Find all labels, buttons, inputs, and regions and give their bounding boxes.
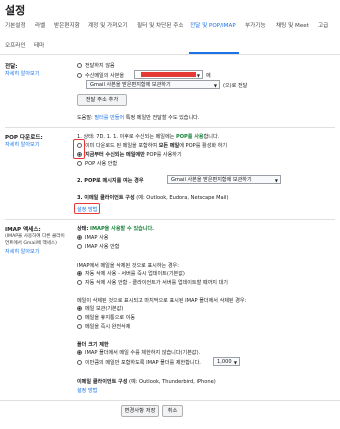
highlight-box bbox=[73, 139, 85, 159]
tab-addons[interactable]: 부가기능 bbox=[245, 21, 266, 29]
tab-advanced[interactable]: 고급 bbox=[318, 21, 328, 29]
chevron-down-icon: ▼ bbox=[233, 360, 237, 365]
auto-expunge-off-label: 자동 삭제 사용 안함 - 클라이언트가 서버를 업데이트할 때까지 대기 bbox=[85, 280, 228, 286]
footer-divider bbox=[0, 400, 340, 401]
active-tab-indicator bbox=[189, 52, 239, 54]
tab-chat-meet[interactable]: 채팅 및 Meet bbox=[276, 21, 309, 29]
folder-limit-label: 이만큼의 메일만 포함하도록 IMAP 폴더를 제한합니다. bbox=[85, 360, 201, 366]
tab-inbox[interactable]: 받은편지함 bbox=[54, 21, 80, 29]
imap-disable-label: IMAP 사용 안함 bbox=[85, 244, 120, 250]
expunge-trash-label: 메일을 휴지통으로 이동 bbox=[85, 315, 136, 321]
imap-sub2: 언트에서 Gmail에 액세스) bbox=[5, 241, 57, 246]
chevron-down-icon: ▼ bbox=[196, 73, 200, 78]
imap-status: 상태: IMAP을 사용할 수 있습니다. bbox=[77, 226, 155, 232]
auto-expunge-on-label: 자동 삭제 사용 - 서버를 즉시 업데이트(기본값) bbox=[85, 271, 185, 277]
forwarding-on-prefix: 수신메일의 사본을 bbox=[85, 73, 125, 79]
forwarding-learn-more-link[interactable]: 자세히 알아보기 bbox=[5, 70, 39, 77]
redacted-address bbox=[141, 72, 196, 77]
pop-label: POP 다운로드: bbox=[5, 135, 43, 141]
chevron-down-icon: ▼ bbox=[213, 83, 217, 88]
folder-no-limit-radio[interactable] bbox=[77, 350, 82, 355]
forwarding-off-radio[interactable] bbox=[77, 63, 82, 68]
settings-tabs: 기본설정 라벨 받은편지함 계정 및 가져오기 필터 및 차단된 주소 전달 및… bbox=[0, 18, 340, 55]
imap-sub1: (IMAP을 사용하여 다른 클라이 bbox=[5, 234, 65, 239]
chevron-down-icon: ▼ bbox=[274, 178, 278, 183]
add-forwarding-address-button[interactable]: 전달 주소 추가 bbox=[77, 94, 127, 106]
expunge-archive-radio[interactable] bbox=[77, 306, 82, 311]
create-filter-link[interactable]: 필터를 만들어 bbox=[94, 115, 124, 121]
forwarding-off-label: 전달하지 않음 bbox=[85, 63, 115, 69]
highlight-box bbox=[74, 203, 100, 214]
tab-forwarding-pop-imap[interactable]: 전달 및 POP/IMAP bbox=[190, 21, 236, 29]
folder-no-limit-label: IMAP 폴더에서 메일 수를 제한하지 않습니다(기본값). bbox=[85, 350, 201, 356]
forwarding-label: 전달: bbox=[5, 64, 18, 70]
auto-expunge-on-radio[interactable] bbox=[77, 271, 82, 276]
tab-labels[interactable]: 라벨 bbox=[35, 21, 45, 29]
pop-disable-radio[interactable] bbox=[77, 161, 82, 166]
imap-label: IMAP 액세스: bbox=[5, 227, 41, 233]
section-divider bbox=[5, 127, 335, 128]
pop-learn-more-link[interactable]: 자세히 알아보기 bbox=[5, 141, 39, 148]
pop-new-mail-label: 지금부터 수신되는 메일에만 POP를 사용하기 bbox=[85, 152, 182, 158]
tab-general[interactable]: 기본설정 bbox=[5, 21, 26, 29]
forwarding-on-radio[interactable] bbox=[77, 73, 82, 78]
imap-enable-radio[interactable] bbox=[77, 235, 82, 240]
expunge-archive-label: 메일 보관(기본값) bbox=[85, 306, 124, 312]
imap-disable-radio[interactable] bbox=[77, 244, 82, 249]
pop-all-mail-label: 이미 다운로드 된 메일을 포함하여 모든 메일에 POP를 활성화 하기 bbox=[85, 143, 228, 149]
imap-enable-label: IMAP 사용 bbox=[85, 235, 109, 241]
tab-themes[interactable]: 테마 bbox=[34, 41, 44, 49]
cancel-button[interactable]: 취소 bbox=[162, 405, 183, 417]
folder-limit-select[interactable]: 1,000 ▼ bbox=[213, 357, 240, 366]
expunge-trash-radio[interactable] bbox=[77, 315, 82, 320]
section-divider bbox=[5, 219, 335, 220]
folder-size-title: 폴더 크기 제한 bbox=[77, 342, 109, 348]
page-title: 설정 bbox=[5, 4, 26, 17]
imap-delete-title: IMAP에서 메일을 삭제된 것으로 표시하는 경우: bbox=[77, 263, 179, 269]
imap-learn-more-link[interactable]: 자세히 알아보기 bbox=[5, 248, 39, 255]
tab-filters[interactable]: 필터 및 차단된 주소 bbox=[137, 21, 184, 29]
expunge-delete-radio[interactable] bbox=[77, 324, 82, 329]
pop-step3-label: 3. 이메일 클라이언트 구성 (예: Outlook, Eudora, Net… bbox=[77, 195, 229, 201]
imap-expunge-title: 메일이 삭제된 것으로 표시되고 마지막으로 표시된 IMAP 폴더에서 삭제된… bbox=[77, 298, 247, 304]
tab-accounts[interactable]: 계정 및 가져오기 bbox=[88, 21, 128, 29]
imap-client-label: 이메일 클라이언트 구성 (예: Outlook, Thunderbird, i… bbox=[77, 379, 216, 385]
imap-setup-link[interactable]: 설정 방법 bbox=[77, 387, 97, 394]
pop-action-select[interactable]: Gmail 사본을 받은편지함에 보관하기 ▼ bbox=[167, 175, 281, 184]
save-changes-button[interactable]: 변경사항 저장 bbox=[121, 405, 159, 417]
auto-expunge-off-radio[interactable] bbox=[77, 280, 82, 285]
pop-disable-label: POP 사용 안함 bbox=[85, 161, 118, 167]
forwarding-on-suffix: 에 bbox=[206, 73, 211, 79]
pop-step2-label: 2. POP로 메시지를 여는 경우 bbox=[77, 178, 144, 184]
tab-offline[interactable]: 오프라인 bbox=[5, 41, 26, 49]
expunge-delete-label: 메일을 즉시 완전삭제 bbox=[85, 324, 131, 330]
forwarding-tip: 도움말: 필터를 만들어 특정 메일만 전달할 수도 있습니다. bbox=[77, 115, 200, 121]
forward-action-select[interactable]: Gmail 사본을 받은편지함에 보관하기 ▼ bbox=[86, 80, 220, 89]
forwarding-action-tail: (으)로 전달 bbox=[223, 83, 248, 89]
pop-status: 1. 상태: 7D. 1. 1. 이후로 수신되는 메일에는 POP를 사용합니… bbox=[77, 134, 220, 140]
forward-address-select[interactable]: ▼ bbox=[134, 70, 203, 79]
folder-limit-radio[interactable] bbox=[77, 360, 82, 365]
